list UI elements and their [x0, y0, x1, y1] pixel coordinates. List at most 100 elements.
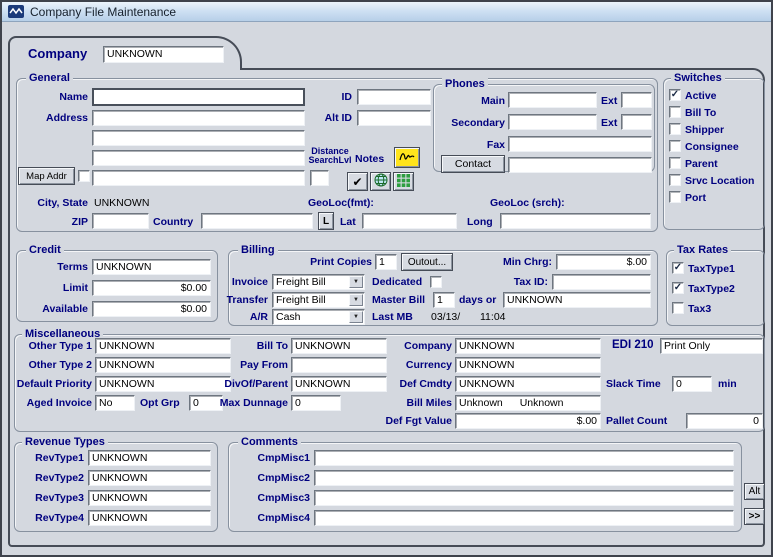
revtype4-label: RevType4: [14, 512, 84, 524]
aged-invoice-field[interactable]: No: [95, 395, 135, 411]
alt-button[interactable]: Alt: [744, 483, 765, 500]
bill-miles-label: Bill Miles: [390, 397, 452, 409]
name-field[interactable]: [92, 88, 305, 106]
def-cmdty-field[interactable]: UNKNOWN: [455, 376, 601, 392]
max-dunnage-field[interactable]: 0: [291, 395, 341, 411]
revenue-types-title: Revenue Types: [22, 436, 108, 449]
taxtype1-checkbox[interactable]: ✓: [672, 262, 684, 274]
def-cmdty-label: Def Cmdty: [390, 378, 452, 390]
cmpmisc4-field[interactable]: [314, 510, 734, 526]
invoice-dropdown[interactable]: Freight Bill ▼: [272, 274, 365, 290]
verify-button[interactable]: ✔: [347, 172, 368, 191]
taxtype2-label: TaxType2: [688, 283, 735, 295]
master-bill-field[interactable]: 1: [433, 292, 455, 308]
slack-time-field[interactable]: 0: [672, 376, 712, 392]
company-field[interactable]: UNKNOWN: [103, 46, 224, 63]
switch-parent-checkbox[interactable]: [669, 157, 681, 169]
limit-field[interactable]: $0.00: [92, 280, 211, 296]
switch-port-label: Port: [685, 192, 706, 204]
lat-field[interactable]: [362, 213, 457, 229]
address4-field[interactable]: [92, 170, 305, 186]
pay-from-field[interactable]: [291, 357, 387, 373]
cmpmisc2-label: CmpMisc2: [240, 472, 310, 484]
revtype1-field[interactable]: UNKNOWN: [88, 450, 211, 466]
address2-field[interactable]: [92, 130, 305, 146]
fax-label: Fax: [453, 139, 505, 151]
default-priority-field[interactable]: UNKNOWN: [95, 376, 231, 392]
invoice-dropdown-value: Freight Bill: [276, 276, 326, 288]
revtype4-field[interactable]: UNKNOWN: [88, 510, 211, 526]
available-field[interactable]: $0.00: [92, 301, 211, 317]
distance-searchlvl-field[interactable]: [310, 170, 329, 186]
print-copies-label: Print Copies: [300, 256, 372, 268]
map-addr-button[interactable]: Map Addr: [18, 167, 75, 185]
cmpmisc2-field[interactable]: [314, 470, 734, 486]
min-chrg-field[interactable]: $.00: [556, 254, 651, 270]
switch-billto-checkbox[interactable]: [669, 106, 681, 118]
currency-field[interactable]: UNKNOWN: [455, 357, 601, 373]
ar-dropdown[interactable]: Cash ▼: [272, 309, 365, 325]
lookup-l-button[interactable]: L: [318, 212, 334, 230]
other-type-2-field[interactable]: UNKNOWN: [95, 357, 231, 373]
phone-ext-field[interactable]: [621, 92, 652, 108]
master-bill-code-field[interactable]: UNKNOWN: [503, 292, 651, 308]
divof-parent-field[interactable]: UNKNOWN: [291, 376, 387, 392]
alt-id-field[interactable]: [357, 110, 431, 126]
revtype2-field[interactable]: UNKNOWN: [88, 470, 211, 486]
misc-company-field[interactable]: UNKNOWN: [455, 338, 601, 354]
fax-field[interactable]: [508, 136, 652, 152]
bill-miles-field[interactable]: Unknown Unknown: [455, 395, 601, 411]
zip-field[interactable]: [92, 213, 149, 229]
divof-parent-label: DivOf/Parent: [216, 378, 288, 390]
country-field[interactable]: [201, 213, 313, 229]
address1-field[interactable]: [92, 110, 305, 126]
contact-field[interactable]: [508, 157, 652, 173]
phone-ext2-field[interactable]: [621, 114, 652, 130]
address3-field[interactable]: [92, 150, 305, 166]
dedicated-checkbox[interactable]: [430, 276, 442, 288]
phone-secondary-field[interactable]: [508, 114, 597, 130]
output-button[interactable]: Outout...: [401, 253, 453, 271]
address-label: Address: [18, 112, 88, 124]
switch-srvc-location-checkbox[interactable]: [669, 174, 681, 186]
title-bar[interactable]: Company File Maintenance: [2, 2, 771, 22]
def-fgt-value-field[interactable]: $.00: [455, 413, 601, 429]
edi-210-field[interactable]: Print Only: [660, 338, 763, 354]
switch-consignee-checkbox[interactable]: [669, 140, 681, 152]
taxtype2-checkbox[interactable]: ✓: [672, 282, 684, 294]
more-button[interactable]: >>: [744, 508, 765, 525]
switch-active-checkbox[interactable]: ✓: [669, 89, 681, 101]
dropdown-arrow-icon[interactable]: ▼: [349, 311, 363, 323]
terms-field[interactable]: UNKNOWN: [92, 259, 211, 275]
taxtype1-label: TaxType1: [688, 263, 735, 275]
cmpmisc1-label: CmpMisc1: [240, 452, 310, 464]
cmpmisc1-field[interactable]: [314, 450, 734, 466]
pallet-count-field[interactable]: 0: [686, 413, 763, 429]
switch-port-checkbox[interactable]: [669, 191, 681, 203]
revtype3-label: RevType3: [14, 492, 84, 504]
long-field[interactable]: [500, 213, 651, 229]
tax-id-field[interactable]: [552, 274, 651, 290]
transfer-dropdown[interactable]: Freight Bill ▼: [272, 292, 365, 308]
min-label: min: [718, 378, 737, 390]
misc-bill-to-field[interactable]: UNKNOWN: [291, 338, 387, 354]
switch-shipper-label: Shipper: [685, 124, 724, 136]
phone-main-field[interactable]: [508, 92, 597, 108]
comments-title: Comments: [238, 436, 301, 449]
id-field[interactable]: [357, 89, 431, 105]
switch-active-label: Active: [685, 90, 717, 102]
switch-shipper-checkbox[interactable]: [669, 123, 681, 135]
globe-button[interactable]: [370, 172, 391, 191]
grid-button[interactable]: [393, 172, 414, 191]
map-addr-checkbox[interactable]: [78, 170, 90, 182]
dropdown-arrow-icon[interactable]: ▼: [349, 294, 363, 306]
print-copies-field[interactable]: 1: [375, 254, 397, 270]
tax3-checkbox[interactable]: [672, 302, 684, 314]
dropdown-arrow-icon[interactable]: ▼: [349, 276, 363, 288]
notes-button[interactable]: [394, 147, 420, 168]
cmpmisc3-field[interactable]: [314, 490, 734, 506]
credit-title: Credit: [26, 244, 64, 257]
revtype3-field[interactable]: UNKNOWN: [88, 490, 211, 506]
contact-button[interactable]: Contact: [441, 155, 505, 173]
other-type-1-field[interactable]: UNKNOWN: [95, 338, 231, 354]
